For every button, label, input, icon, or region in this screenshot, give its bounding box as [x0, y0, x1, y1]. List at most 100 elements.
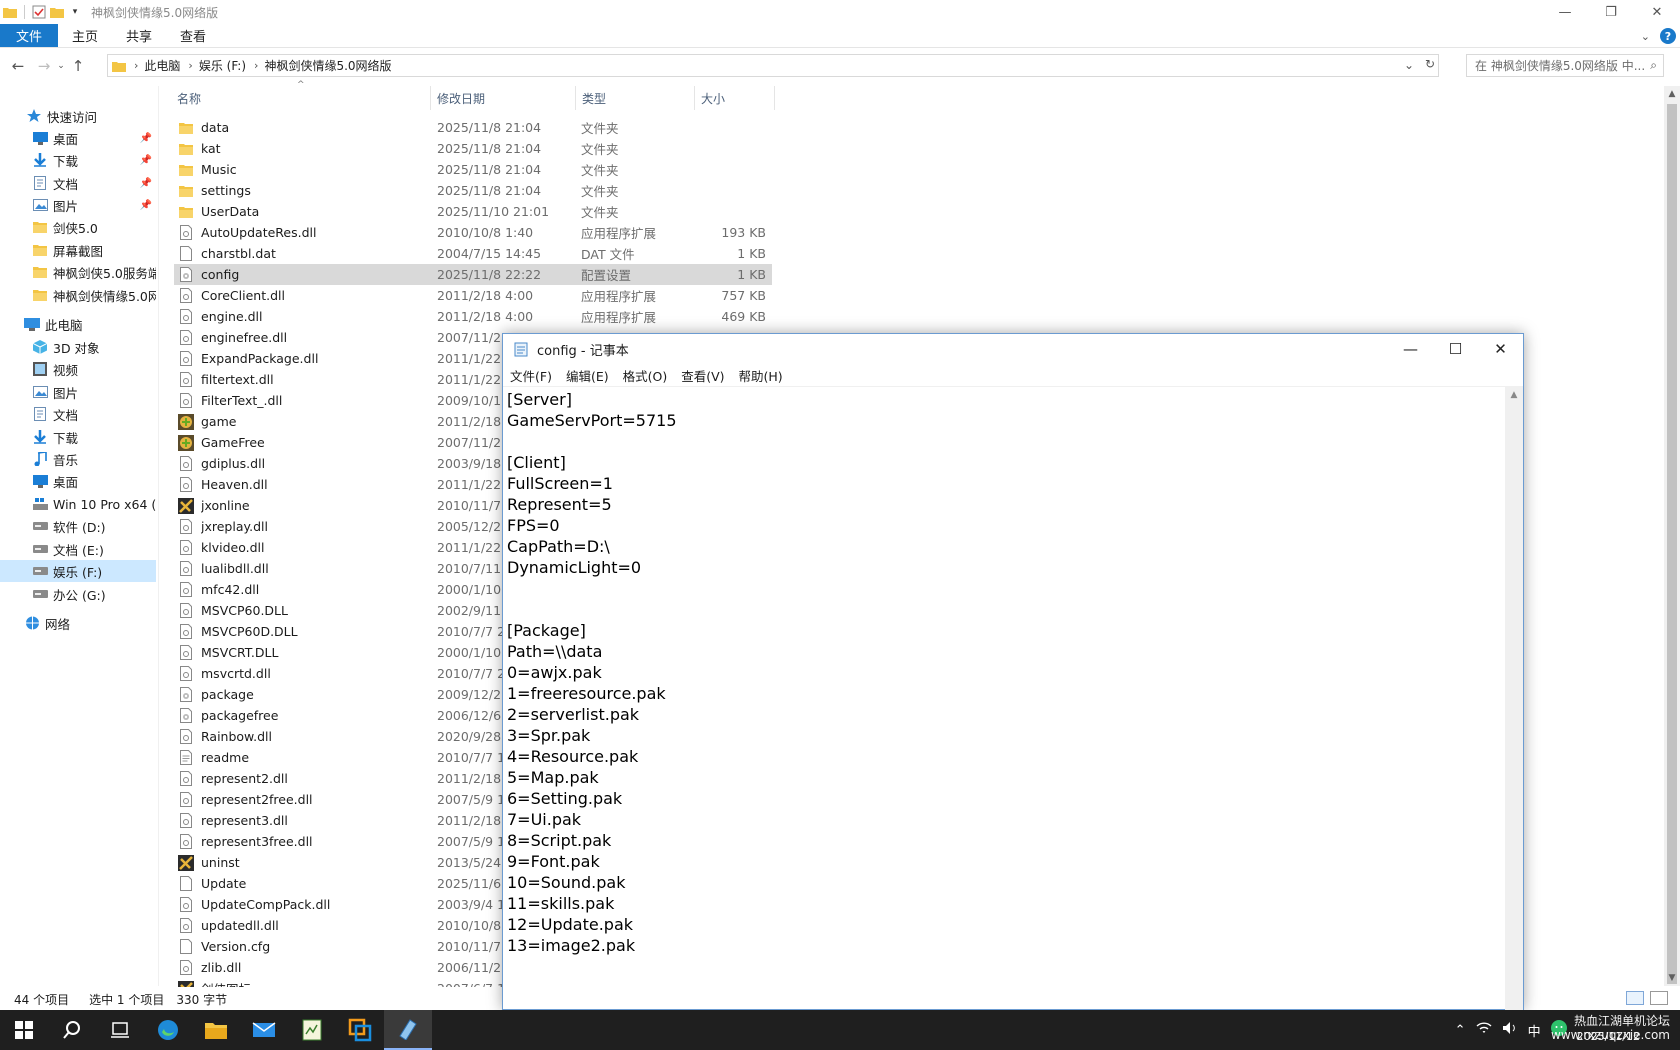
search-icon[interactable]: ⌕ — [1650, 58, 1657, 73]
nav-item[interactable]: 此电脑 — [0, 313, 156, 335]
menu-view[interactable]: 查看(V) — [674, 366, 731, 385]
recent-locations-icon[interactable]: ⌄ — [55, 55, 67, 77]
help-icon[interactable]: ? — [1660, 28, 1676, 44]
properties-icon[interactable] — [31, 4, 47, 20]
breadcrumb-this-pc[interactable]: 此电脑 — [144, 57, 180, 74]
notepad-text-area[interactable]: [Server] GameServPort=5715 [Client] Full… — [503, 386, 1506, 1010]
restore-button[interactable]: ❐ — [1588, 0, 1634, 24]
file-list-scrollbar[interactable]: ▲ ▼ — [1664, 86, 1680, 986]
nav-item[interactable]: 网络 — [0, 612, 156, 634]
file-row[interactable]: UserData 2025/11/10 21:01 文件夹 — [174, 201, 772, 222]
expand-ribbon-icon[interactable]: ⌄ — [1641, 30, 1650, 43]
taskbar-app-green[interactable] — [288, 1010, 336, 1050]
file-row[interactable]: config 2025/11/8 22:22 配置设置 1 KB — [174, 264, 772, 285]
menu-format[interactable]: 格式(O) — [616, 366, 675, 385]
nav-item[interactable]: 剑侠5.0 — [0, 216, 156, 238]
breadcrumb-separator[interactable]: › — [188, 59, 192, 72]
column-header-size[interactable]: 大小 — [695, 86, 775, 110]
search-button[interactable] — [48, 1010, 96, 1050]
scroll-up-icon[interactable]: ▲ — [1664, 86, 1680, 102]
file-row[interactable]: engine.dll 2011/2/18 4:00 应用程序扩展 469 KB — [174, 306, 772, 327]
config-file-content[interactable]: [Server] GameServPort=5715 [Client] Full… — [507, 389, 677, 956]
pin-icon[interactable]: 📌 — [140, 178, 152, 189]
nav-item[interactable]: 文档 📌 — [0, 172, 156, 194]
file-row[interactable]: kat 2025/11/8 21:04 文件夹 — [174, 138, 772, 159]
breadcrumb-separator[interactable]: › — [254, 59, 258, 72]
pin-icon[interactable]: 📌 — [140, 200, 152, 211]
nav-item[interactable]: 桌面 — [0, 470, 156, 492]
nav-item[interactable]: 软件 (D:) — [0, 515, 156, 537]
tab-share[interactable]: 共享 — [112, 24, 166, 47]
nav-item[interactable]: 图片 📌 — [0, 194, 156, 216]
column-header-name[interactable]: 名称 — [171, 86, 431, 110]
wifi-icon[interactable] — [1476, 1021, 1492, 1039]
column-header-type[interactable]: 类型 — [576, 86, 695, 110]
taskbar-app-orange[interactable] — [336, 1010, 384, 1050]
scroll-down-icon[interactable]: ▼ — [1664, 970, 1680, 986]
nav-item[interactable]: 下载 — [0, 426, 156, 448]
close-button[interactable]: ✕ — [1634, 0, 1680, 24]
tab-home[interactable]: 主页 — [58, 24, 112, 47]
large-icons-view-icon[interactable] — [1650, 991, 1668, 1005]
file-row[interactable]: AutoUpdateRes.dll 2010/10/8 1:40 应用程序扩展 193… — [174, 222, 772, 243]
nav-item[interactable]: 神枫剑侠5.0服务端 — [0, 261, 156, 283]
details-view-icon[interactable] — [1626, 991, 1644, 1005]
nav-item[interactable]: 娱乐 (F:) — [0, 560, 156, 582]
nav-item[interactable]: 音乐 — [0, 448, 156, 470]
tab-view[interactable]: 查看 — [166, 24, 220, 47]
nav-item[interactable]: 桌面 📌 — [0, 127, 156, 149]
explorer-titlebar[interactable]: ▾ 神枫剑侠情缘5.0网络版 — ❐ ✕ — [0, 0, 1680, 24]
file-row[interactable]: settings 2025/11/8 21:04 文件夹 — [174, 180, 772, 201]
task-view-button[interactable] — [96, 1010, 144, 1050]
tab-file[interactable]: 文件 — [0, 24, 59, 47]
up-arrow-icon[interactable]: ↑ — [67, 55, 89, 77]
menu-help[interactable]: 帮助(H) — [732, 366, 790, 385]
breadcrumb-drive[interactable]: 娱乐 (F:) — [199, 57, 246, 74]
search-input[interactable]: 在 神枫剑侠情缘5.0网络版 中... ⌕ — [1466, 54, 1664, 77]
refresh-icon[interactable]: ↻ — [1425, 57, 1435, 71]
nav-item[interactable]: 快速访问 — [0, 105, 156, 127]
nav-item[interactable]: 图片 — [0, 381, 156, 403]
file-row[interactable]: charstbl.dat 2004/7/15 14:45 DAT 文件 1 KB — [174, 243, 772, 264]
notepad-maximize-button[interactable]: ☐ — [1433, 334, 1478, 364]
scroll-up-icon[interactable]: ▲ — [1505, 386, 1523, 403]
taskbar-notepad[interactable] — [384, 1010, 432, 1050]
taskbar-edge[interactable] — [144, 1010, 192, 1050]
nav-item[interactable]: 3D 对象 — [0, 336, 156, 358]
file-row[interactable]: Music 2025/11/8 21:04 文件夹 — [174, 159, 772, 180]
scrollbar-thumb[interactable] — [1667, 104, 1677, 984]
nav-item[interactable]: 文档 (E:) — [0, 538, 156, 560]
nav-item[interactable]: Win 10 Pro x64 (C — [0, 493, 156, 515]
address-dropdown-icon[interactable]: ⌄ — [1404, 58, 1414, 72]
nav-item[interactable]: 视频 — [0, 358, 156, 380]
taskbar-file-explorer[interactable] — [192, 1010, 240, 1050]
nav-item[interactable]: 屏幕截图 — [0, 239, 156, 261]
pane-splitter[interactable] — [158, 86, 159, 986]
notepad-window[interactable]: config - 记事本 — ☐ ✕ 文件(F) 编辑(E) 格式(O) 查看(… — [502, 333, 1524, 1010]
show-hidden-icons[interactable]: ⌃ — [1455, 1023, 1466, 1038]
new-folder-icon[interactable] — [49, 4, 65, 20]
volume-icon[interactable] — [1502, 1021, 1518, 1039]
start-button[interactable] — [0, 1010, 48, 1050]
forward-arrow-icon[interactable]: → — [33, 55, 55, 77]
notepad-titlebar[interactable]: config - 记事本 — ☐ ✕ — [503, 334, 1523, 364]
nav-item[interactable]: 文档 — [0, 403, 156, 425]
notepad-minimize-button[interactable]: — — [1388, 334, 1433, 364]
customize-dropdown-icon[interactable]: ▾ — [67, 4, 83, 20]
menu-edit[interactable]: 编辑(E) — [559, 366, 616, 385]
notepad-scrollbar[interactable]: ▲ — [1505, 386, 1523, 1010]
back-arrow-icon[interactable]: ← — [7, 55, 29, 77]
column-header-date[interactable]: 修改日期 — [431, 86, 576, 110]
notepad-close-button[interactable]: ✕ — [1478, 334, 1523, 364]
breadcrumb-folder[interactable]: 神枫剑侠情缘5.0网络版 — [264, 57, 391, 74]
file-row[interactable]: data 2025/11/8 21:04 文件夹 — [174, 117, 772, 138]
ime-indicator[interactable]: 中 — [1528, 1021, 1541, 1040]
pin-icon[interactable]: 📌 — [140, 133, 152, 144]
minimize-button[interactable]: — — [1542, 0, 1588, 24]
pin-icon[interactable]: 📌 — [140, 155, 152, 166]
nav-item[interactable]: 神枫剑侠情缘5.0网络 — [0, 284, 156, 306]
menu-file[interactable]: 文件(F) — [503, 366, 559, 385]
breadcrumb-separator[interactable]: › — [134, 59, 138, 72]
file-row[interactable]: CoreClient.dll 2011/2/18 4:00 应用程序扩展 757 KB — [174, 285, 772, 306]
taskbar-mail[interactable] — [240, 1010, 288, 1050]
